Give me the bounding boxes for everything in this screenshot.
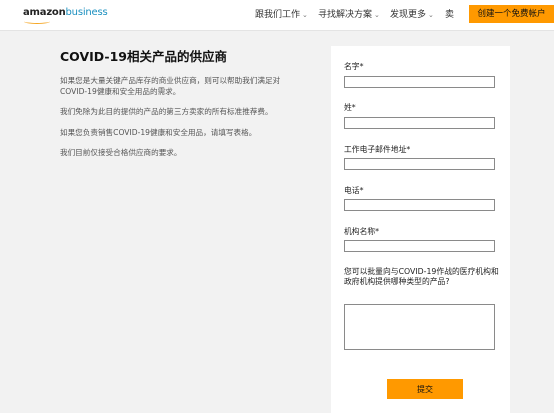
last-name-label: 姓* bbox=[344, 103, 356, 112]
logo-business-text: business bbox=[65, 7, 108, 18]
work-email-input[interactable] bbox=[344, 158, 495, 170]
chevron-down-icon: ⌄ bbox=[428, 11, 434, 19]
nav-item-find-solutions[interactable]: 寻找解决方案 ⌄ bbox=[318, 7, 380, 20]
nav-label: 卖 bbox=[445, 10, 455, 20]
nav-label: 寻找解决方案 bbox=[318, 10, 373, 20]
top-navigation-bar: amazonbusiness 跟我们工作 ⌄ 寻找解决方案 ⌄ 发现更多 ⌄ 卖 创建… bbox=[0, 0, 554, 31]
intro-paragraph: 如果您负责销售COVID-19健康和安全用品，请填写表格。 bbox=[60, 127, 257, 137]
intro-paragraph: 我们目前仅接受合格供应商的要求。 bbox=[60, 148, 182, 157]
product-types-textarea[interactable] bbox=[344, 304, 495, 350]
chevron-down-icon: ⌄ bbox=[374, 11, 380, 19]
product-types-question-label: 您可以批量向与COVID-19作战的医疗机构和政府机构提供哪种类型的产品? bbox=[344, 267, 499, 286]
nav-item-sell[interactable]: 卖 bbox=[445, 7, 454, 20]
phone-label: 电话* bbox=[344, 186, 364, 195]
first-name-input[interactable] bbox=[344, 76, 495, 88]
nav-label: 跟我们工作 bbox=[255, 10, 301, 20]
smile-arrow-icon bbox=[24, 19, 50, 24]
submit-button[interactable]: 提交 bbox=[387, 379, 463, 399]
intro-paragraph: 如果您是大量关键产品库存的商业供应商，则可以帮助我们满足对COVID-19健康和… bbox=[60, 76, 281, 96]
nav-label: 发现更多 bbox=[390, 10, 427, 20]
create-free-account-button[interactable]: 创建一个免费帐户 bbox=[469, 5, 554, 23]
work-email-label: 工作电子邮件地址* bbox=[344, 145, 411, 154]
last-name-input[interactable] bbox=[344, 117, 495, 129]
nav-item-discover-more[interactable]: 发现更多 ⌄ bbox=[390, 7, 434, 20]
supplier-form: 名字* 姓* 工作电子邮件地址* 电话* 机构名称* 您可以批量向与COVID-… bbox=[331, 46, 510, 413]
organization-name-label: 机构名称* bbox=[344, 227, 380, 236]
phone-input[interactable] bbox=[344, 199, 495, 211]
amazon-business-logo[interactable]: amazonbusiness bbox=[23, 7, 108, 24]
first-name-label: 名字* bbox=[344, 62, 364, 71]
nav-item-work-with-us[interactable]: 跟我们工作 ⌄ bbox=[255, 7, 308, 20]
intro-section: COVID-19相关产品的供应商 如果您是大量关键产品库存的商业供应商，则可以帮… bbox=[60, 46, 290, 169]
logo-amazon-text: amazon bbox=[23, 7, 66, 18]
page-title: COVID-19相关产品的供应商 bbox=[60, 49, 227, 64]
chevron-down-icon: ⌄ bbox=[302, 11, 308, 19]
organization-name-input[interactable] bbox=[344, 240, 495, 252]
intro-paragraph: 我们免除为此目的提供的产品的第三方卖家的所有标准推荐费。 bbox=[60, 107, 273, 116]
